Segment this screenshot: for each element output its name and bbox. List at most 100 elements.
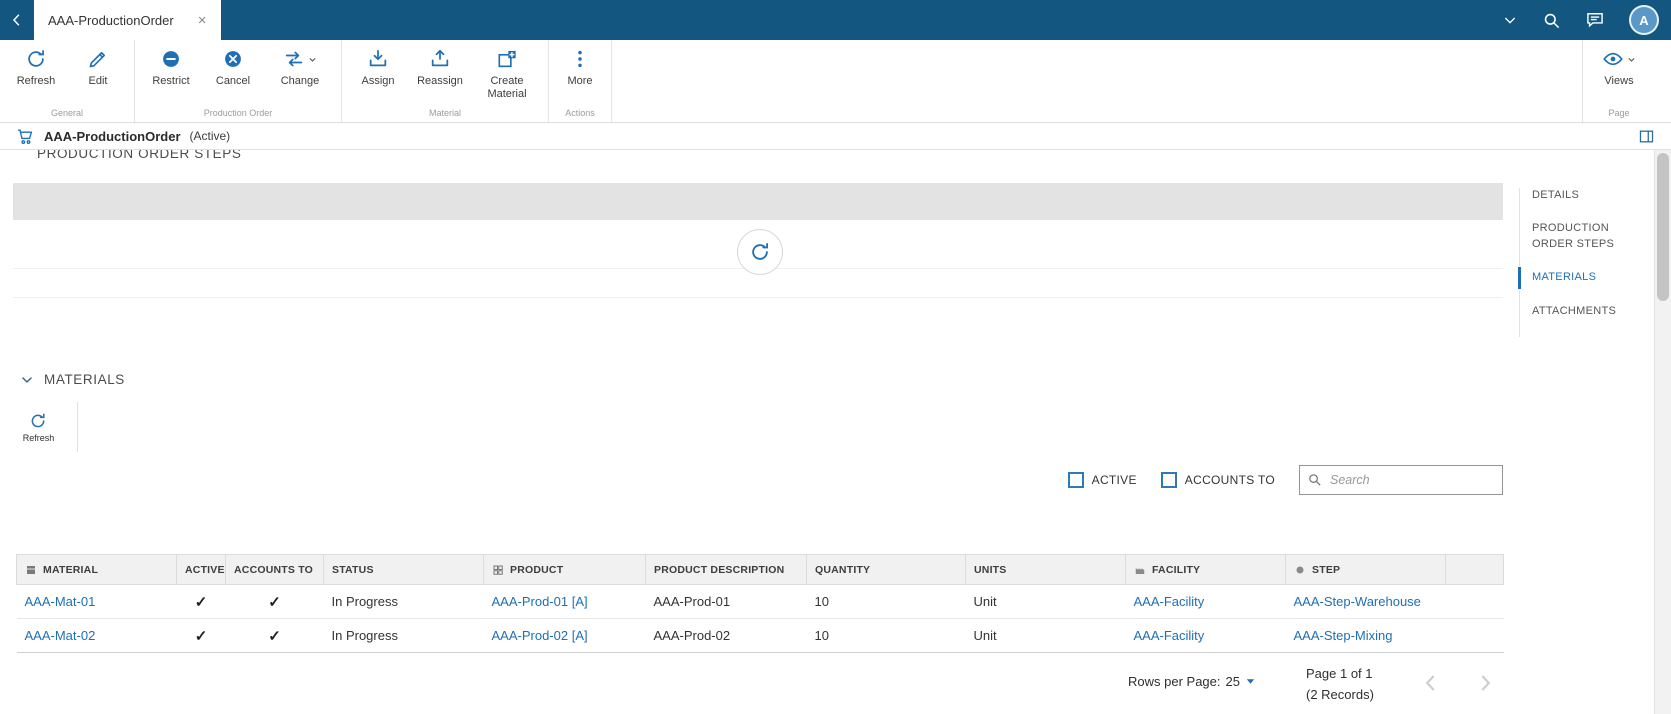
steps-section-heading: PRODUCTION ORDER STEPS <box>37 150 242 161</box>
materials-section-header[interactable]: MATERIALS <box>20 372 125 387</box>
placeholder-row-line <box>13 297 1503 298</box>
active-checkbox[interactable] <box>1067 472 1084 488</box>
next-page-button[interactable] <box>1472 670 1498 701</box>
check-icon: ✓ <box>268 627 281 645</box>
vertical-scrollbar[interactable] <box>1654 150 1671 714</box>
close-tab-icon[interactable]: × <box>198 13 207 28</box>
column-header-empty <box>1445 554 1504 585</box>
assign-button[interactable]: Assign <box>347 40 409 108</box>
search-button[interactable] <box>1542 11 1561 30</box>
accounts-to-filter: ACCOUNTS TO <box>1160 472 1275 488</box>
product-link[interactable]: AAA-Prod-01 [A] <box>492 594 588 609</box>
materials-refresh-button[interactable]: Refresh <box>22 412 55 443</box>
more-button[interactable]: More <box>554 40 606 108</box>
reassign-button[interactable]: Reassign <box>409 40 471 108</box>
column-header-product-description[interactable]: PRODUCT DESCRIPTION <box>645 554 807 585</box>
ribbon-group-page: Views Page <box>1582 40 1655 122</box>
cancel-icon <box>225 51 241 67</box>
check-icon: ✓ <box>268 593 281 611</box>
quantity-cell: 10 <box>806 618 966 653</box>
rows-per-page-selector[interactable]: Rows per Page: 25 <box>1128 674 1256 689</box>
cart-icon <box>17 128 33 144</box>
create-material-button[interactable]: Create Material <box>471 40 543 108</box>
anchor-nav: DETAILS PRODUCTION ORDER STEPS MATERIALS… <box>1518 188 1643 337</box>
loading-placeholder-bar <box>13 183 1503 220</box>
product-link[interactable]: AAA-Prod-02 [A] <box>492 628 588 643</box>
create-material-label: Create Material <box>487 75 527 100</box>
group-caption-page: Page <box>1608 108 1630 118</box>
more-icon <box>578 50 582 68</box>
sidebar-item-details[interactable]: DETAILS <box>1520 188 1643 203</box>
dropdown-chevron-icon <box>1628 57 1635 62</box>
layout-panel-button[interactable] <box>1638 128 1655 145</box>
change-icon <box>285 51 303 67</box>
topbar-actions: A <box>1502 0 1671 40</box>
scrollbar-thumb[interactable] <box>1657 153 1669 301</box>
cancel-button[interactable]: Cancel <box>202 40 264 108</box>
search-icon <box>1544 13 1560 28</box>
dropdown-chevron-icon <box>309 57 316 62</box>
page-content: PRODUCTION ORDER STEPS DETAILS PRODUCTIO… <box>0 150 1671 714</box>
views-button[interactable]: Views <box>1588 40 1650 108</box>
materials-search <box>1299 465 1503 495</box>
product-description-cell: AAA-Prod-02 <box>645 618 807 653</box>
column-header-quantity[interactable]: QUANTITY <box>806 554 966 585</box>
sidebar-item-materials[interactable]: MATERIALS <box>1518 267 1643 290</box>
change-label: Change <box>280 75 320 87</box>
material-link[interactable]: AAA-Mat-02 <box>25 628 96 643</box>
cancel-label: Cancel <box>215 75 251 87</box>
app-window: AAA-ProductionOrder × A Refresh Edit Gen… <box>0 0 1671 714</box>
views-eye-icon <box>1603 52 1623 66</box>
restrict-icon <box>163 51 179 67</box>
refresh-button[interactable]: Refresh <box>5 40 67 108</box>
records-label: (2 Records) <box>1306 686 1374 702</box>
rows-per-page-value: 25 <box>1225 674 1240 689</box>
column-header-status[interactable]: STATUS <box>323 554 484 585</box>
table-header-row: MATERIAL ACTIVE ACCOUNTS TO STATUS PRODU… <box>16 554 1504 585</box>
search-input[interactable] <box>1299 465 1503 495</box>
feedback-button[interactable] <box>1585 10 1605 30</box>
group-caption-general: General <box>50 108 84 118</box>
column-header-units[interactable]: UNITS <box>965 554 1126 585</box>
active-filter: ACTIVE <box>1067 472 1137 488</box>
status-cell: In Progress <box>323 618 484 653</box>
materials-refresh-label: Refresh <box>22 432 55 443</box>
back-button[interactable] <box>0 0 34 40</box>
facility-link[interactable]: AAA-Facility <box>1134 594 1205 609</box>
accounts-to-checkbox[interactable] <box>1160 472 1177 488</box>
step-link[interactable]: AAA-Step-Warehouse <box>1294 594 1421 609</box>
search-icon <box>1309 474 1321 486</box>
material-link[interactable]: AAA-Mat-01 <box>25 594 96 609</box>
column-header-product[interactable]: PRODUCT <box>483 554 646 585</box>
materials-table: MATERIAL ACTIVE ACCOUNTS TO STATUS PRODU… <box>16 554 1504 653</box>
group-caption-production-order: Production Order <box>203 108 273 118</box>
status-cell: In Progress <box>323 584 484 619</box>
sidebar-item-production-order-steps[interactable]: PRODUCTION ORDER STEPS <box>1520 221 1643 252</box>
sidebar-item-attachments[interactable]: ATTACHMENTS <box>1520 304 1643 319</box>
edit-button[interactable]: Edit <box>67 40 129 108</box>
previous-page-button[interactable] <box>1418 670 1444 701</box>
ribbon: Refresh Edit General Restrict Cancel Cha… <box>0 40 1671 123</box>
avatar[interactable]: A <box>1629 5 1659 35</box>
edit-label: Edit <box>88 75 108 87</box>
check-icon: ✓ <box>194 627 208 645</box>
record-status: (Active) <box>189 129 231 143</box>
step-link[interactable]: AAA-Step-Mixing <box>1294 628 1393 643</box>
reassign-icon <box>431 49 449 67</box>
tab-title: AAA-ProductionOrder <box>48 12 174 28</box>
column-header-accounts-to[interactable]: ACCOUNTS TO <box>225 554 324 585</box>
ribbon-group-general: Refresh Edit General <box>0 40 135 122</box>
tab-production-order[interactable]: AAA-ProductionOrder × <box>34 0 221 40</box>
refresh-icon <box>32 413 46 427</box>
restrict-button[interactable]: Restrict <box>140 40 202 108</box>
collapse-menu-button[interactable] <box>1502 12 1518 28</box>
change-button[interactable]: Change <box>264 40 336 108</box>
column-header-active[interactable]: ACTIVE <box>176 554 226 585</box>
facility-link[interactable]: AAA-Facility <box>1134 628 1205 643</box>
column-header-step[interactable]: STEP <box>1285 554 1446 585</box>
column-header-material[interactable]: MATERIAL <box>16 554 177 585</box>
record-title: AAA-ProductionOrder <box>44 128 181 144</box>
column-header-facility[interactable]: FACILITY <box>1125 554 1286 585</box>
chat-icon <box>1587 13 1603 28</box>
table-row: AAA-Mat-01 ✓ ✓ In Progress AAA-Prod-01 [… <box>16 584 1504 619</box>
